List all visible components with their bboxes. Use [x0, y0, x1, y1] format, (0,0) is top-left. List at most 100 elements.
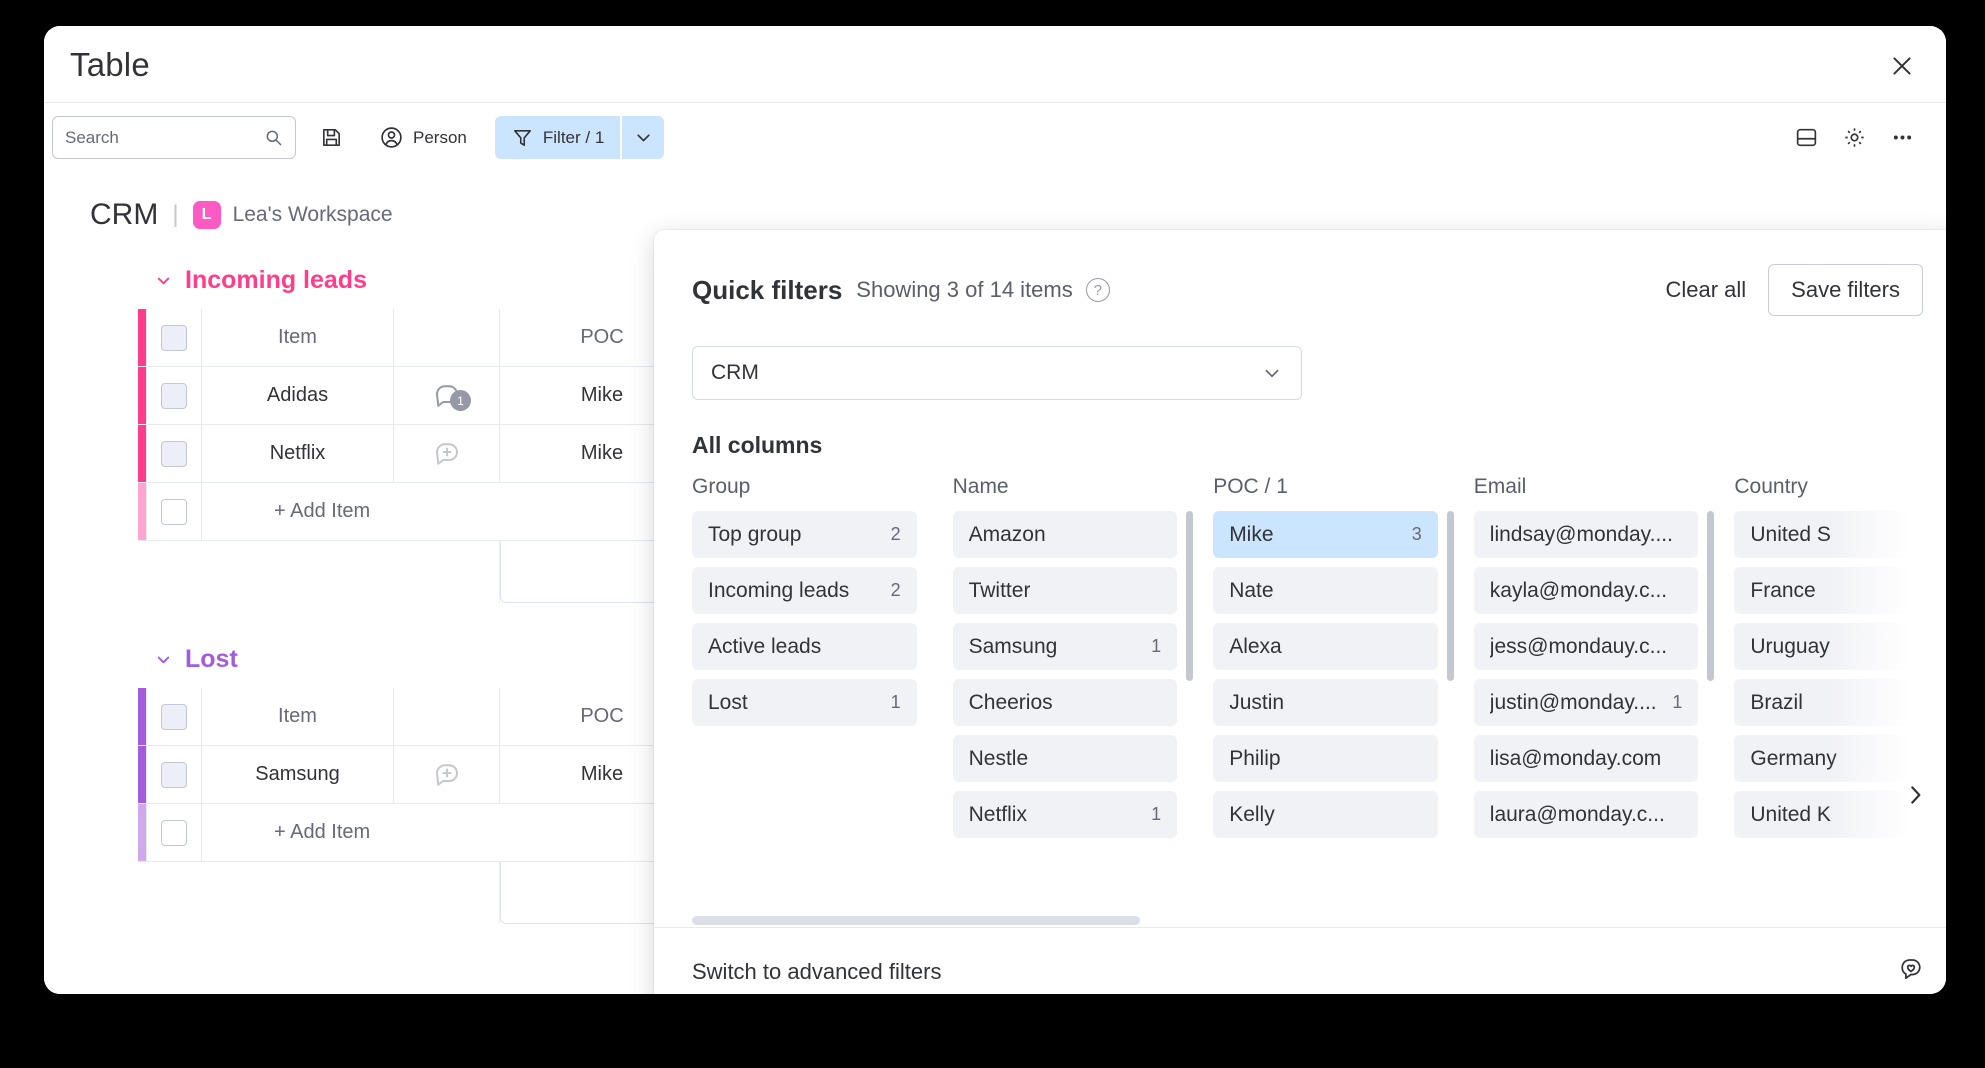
filter-columns-area: Group Top group 2 Incoming leads 2 Active … [654, 475, 1946, 927]
row-select-cell[interactable] [146, 425, 202, 482]
filter-option[interactable]: kayla@monday.c... [1473, 567, 1699, 614]
screen-root: Table Search Person Filter / 1 CRM | L L… [0, 0, 1985, 1068]
filter-option-count: 2 [890, 524, 901, 544]
filter-option[interactable]: Incoming leads 2 [692, 567, 917, 614]
filter-option-label: Uruguay [1750, 634, 1830, 658]
board-toolbar: Search Person Filter / 1 [44, 102, 1946, 172]
filter-option[interactable]: United S [1734, 511, 1946, 558]
filter-option[interactable]: lindsay@monday.... [1473, 511, 1699, 558]
row-checkbox[interactable] [161, 498, 187, 525]
filter-option-label: lisa@monday.com [1489, 746, 1662, 770]
cell-item[interactable]: Samsung [202, 746, 394, 803]
save-filters-button[interactable]: Save filters [1768, 264, 1923, 316]
filter-column-title: Email [1473, 475, 1527, 498]
filter-option[interactable]: Samsung 1 [952, 623, 1178, 670]
row-checkbox[interactable] [161, 440, 187, 467]
filter-option[interactable]: Active leads [692, 623, 917, 670]
chat-count-badge: 1 [450, 390, 471, 411]
filter-option[interactable]: Nestle [952, 735, 1178, 782]
row-checkbox[interactable] [161, 819, 187, 846]
filter-option-label: Incoming leads [708, 578, 850, 602]
row-color-bar [138, 746, 146, 803]
board-select-dropdown[interactable]: CRM [692, 346, 1302, 400]
more-options-button[interactable] [1880, 116, 1924, 160]
filter-option[interactable]: Lost 1 [692, 679, 917, 726]
panel-header-actions: Clear all Save filters [1665, 264, 1923, 316]
column-header-item[interactable]: Item [202, 309, 394, 366]
filter-option[interactable]: Philip [1213, 735, 1438, 782]
cell-chat[interactable] [394, 746, 500, 803]
select-all-checkbox[interactable] [161, 703, 187, 730]
filter-option[interactable]: jess@mondauy.c... [1473, 623, 1699, 670]
filter-option-label: Active leads [708, 634, 822, 658]
filter-option-label: laura@monday.c... [1489, 802, 1665, 826]
filter-option[interactable]: Justin [1213, 679, 1438, 726]
column-scrollbar[interactable] [1186, 511, 1194, 681]
cell-item[interactable]: Netflix [202, 425, 394, 482]
filter-option[interactable]: Uruguay [1734, 623, 1946, 670]
filter-option-count: 1 [1672, 692, 1683, 712]
filter-option[interactable]: justin@monday.... 1 [1473, 679, 1699, 726]
row-select-cell[interactable] [146, 804, 202, 861]
settings-button[interactable] [1832, 116, 1876, 160]
filter-option-label: France [1750, 578, 1816, 602]
filter-option[interactable]: Twitter [952, 567, 1178, 614]
column-scrollbar[interactable] [1446, 511, 1454, 681]
summary-left [146, 541, 500, 603]
filter-option[interactable]: Brazil [1734, 679, 1946, 726]
breadcrumb-separator: | [172, 201, 179, 228]
table-window: Table Search Person Filter / 1 CRM | L L… [44, 26, 1946, 994]
row-checkbox[interactable] [161, 761, 187, 788]
column-header-item[interactable]: Item [202, 688, 394, 745]
clear-all-button[interactable]: Clear all [1665, 277, 1746, 303]
filter-option[interactable]: Netflix 1 [952, 791, 1178, 838]
filter-option[interactable]: Alexa [1213, 623, 1438, 670]
filter-option-label: Samsung [968, 634, 1058, 658]
chevron-right-icon [1911, 786, 1921, 804]
filter-option[interactable]: Amazon [952, 511, 1178, 558]
filter-option-label: Nestle [968, 746, 1029, 770]
split-view-button[interactable] [1784, 116, 1828, 160]
ellipsis-icon [1893, 135, 1911, 140]
filter-button[interactable]: Filter / 1 [494, 116, 621, 159]
filter-dropdown-button[interactable] [622, 116, 665, 159]
filter-option-label: Kelly [1229, 802, 1275, 826]
question-mark-icon[interactable]: ? [1085, 278, 1110, 302]
filter-option[interactable]: Cheerios [952, 679, 1178, 726]
filter-option-count: 1 [1151, 804, 1162, 824]
filter-option[interactable]: lisa@monday.com [1473, 735, 1699, 782]
feedback-heart-icon[interactable] [1897, 955, 1925, 988]
filter-column-email: Email lindsay@monday.... kayla@monday.c.… [1473, 475, 1715, 847]
cell-item[interactable]: Adidas [202, 367, 394, 424]
select-all-checkbox[interactable] [161, 324, 187, 351]
column-scrollbar[interactable] [1707, 511, 1715, 681]
filter-option[interactable]: Top group 2 [692, 511, 917, 558]
cell-chat[interactable]: 1 [394, 367, 500, 424]
search-input[interactable]: Search [52, 116, 296, 159]
filter-option-label: justin@monday.... [1489, 690, 1657, 714]
select-all-cell[interactable] [146, 309, 202, 366]
panel-title: Quick filters [692, 274, 843, 305]
filter-option-selected[interactable]: Mike 3 [1213, 511, 1438, 558]
cell-chat[interactable] [394, 425, 500, 482]
row-select-cell[interactable] [146, 367, 202, 424]
filter-option[interactable]: France [1734, 567, 1946, 614]
filter-option[interactable]: Kelly [1213, 791, 1438, 838]
row-select-cell[interactable] [146, 483, 202, 540]
columns-horizontal-scrollbar[interactable] [692, 916, 1140, 925]
switch-to-advanced-filters-link[interactable]: Switch to advanced filters [692, 959, 941, 985]
workspace-name[interactable]: Lea's Workspace [233, 203, 393, 227]
next-columns-button[interactable] [1895, 775, 1935, 815]
close-button[interactable] [1880, 44, 1924, 88]
save-view-button[interactable] [308, 116, 355, 159]
person-filter-button[interactable]: Person [367, 116, 479, 159]
select-all-cell[interactable] [146, 688, 202, 745]
filter-option-label: Twitter [968, 578, 1031, 602]
filter-option[interactable]: laura@monday.c... [1473, 791, 1699, 838]
row-checkbox[interactable] [161, 382, 187, 409]
group-color-bar [138, 309, 146, 366]
row-select-cell[interactable] [146, 746, 202, 803]
group-title-label: Lost [185, 645, 238, 673]
filter-option[interactable]: Nate [1213, 567, 1438, 614]
workspace-avatar[interactable]: L [192, 201, 221, 229]
